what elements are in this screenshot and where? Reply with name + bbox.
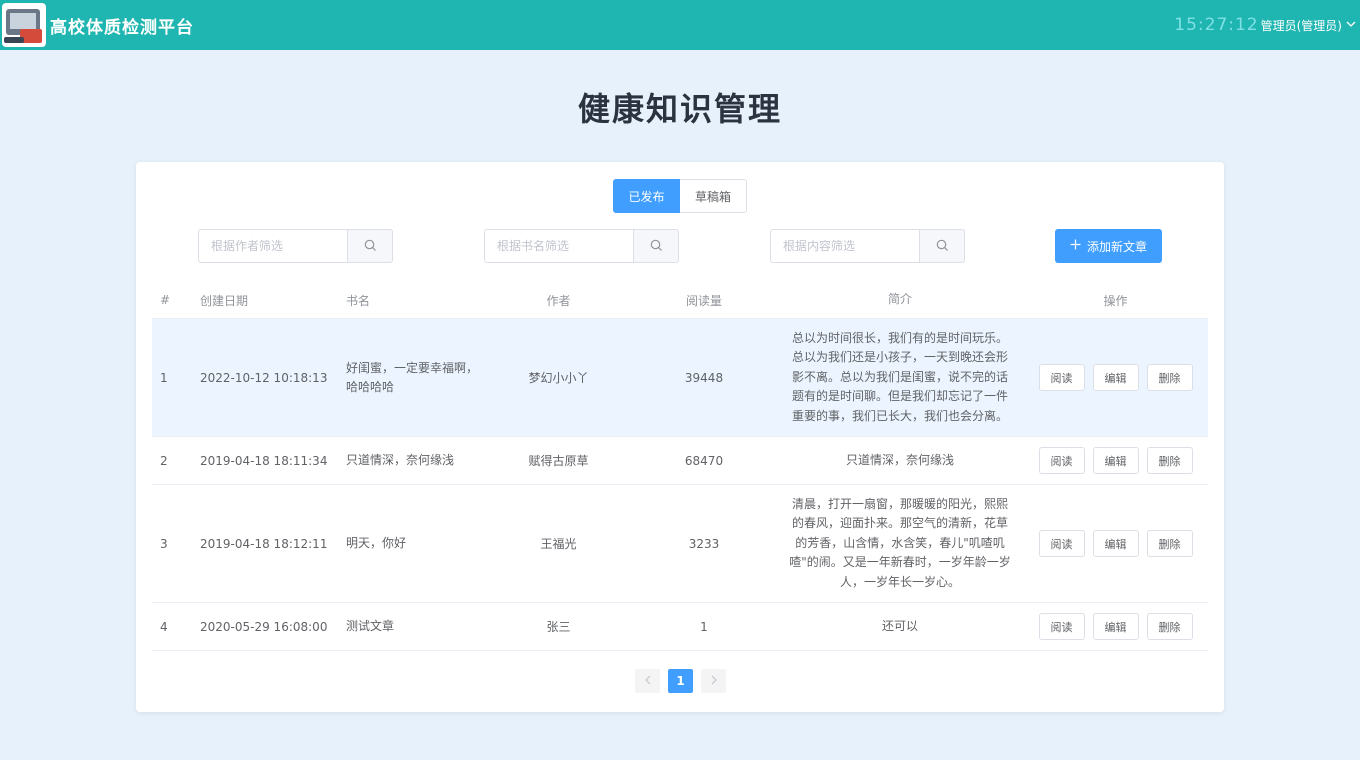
row-intro: 清晨，打开一扇窗，那暖暖的阳光，熙熙的春风，迎面扑来。那空气的清新，花草的芳香，… bbox=[789, 496, 1011, 589]
row-index: 2 bbox=[160, 453, 168, 468]
delete-button[interactable]: 删除 bbox=[1146, 447, 1193, 474]
row-author: 王福光 bbox=[540, 537, 577, 551]
pagination: 1 bbox=[635, 669, 726, 693]
row-intro: 总以为时间很长，我们有的是时间玩乐。总以为我们还是小孩子，一天到晚还会形影不离。… bbox=[791, 330, 1008, 423]
col-intro: 简介 bbox=[887, 292, 912, 307]
row-date: 2022-10-12 10:18:13 bbox=[200, 370, 328, 385]
user-menu[interactable]: 管理员(管理员) bbox=[1261, 17, 1342, 34]
plus-icon bbox=[1070, 239, 1081, 253]
table-row[interactable]: 2 2019-04-18 18:11:34 只道情深，奈何缘浅 赋得古原草 68… bbox=[152, 437, 1208, 485]
row-intro: 还可以 bbox=[881, 618, 918, 633]
row-author: 赋得古原草 bbox=[528, 454, 589, 468]
chevron-right-icon bbox=[710, 674, 718, 688]
next-page-button[interactable] bbox=[701, 669, 726, 693]
row-title: 好闺蜜，一定要幸福啊，哈哈哈哈 bbox=[346, 360, 479, 394]
content-filter-input[interactable] bbox=[770, 229, 919, 263]
row-title-cell: 测试文章 bbox=[338, 617, 486, 636]
content-search-button[interactable] bbox=[919, 229, 965, 263]
row-actions: 阅读 编辑 删除 bbox=[1023, 613, 1208, 640]
col-index: # bbox=[160, 293, 171, 307]
delete-button[interactable]: 删除 bbox=[1146, 613, 1193, 640]
top-bar: 高校体质检测平台 15:27:12 管理员(管理员) bbox=[0, 0, 1360, 50]
search-icon bbox=[936, 237, 949, 256]
author-search-button[interactable] bbox=[347, 229, 393, 263]
add-article-label: 添加新文章 bbox=[1086, 239, 1147, 254]
row-reads: 1 bbox=[700, 619, 708, 634]
prev-page-button[interactable] bbox=[635, 669, 660, 693]
clock: 15:27:12 bbox=[1174, 15, 1259, 35]
row-reads: 3233 bbox=[688, 536, 720, 551]
read-button[interactable]: 阅读 bbox=[1038, 530, 1085, 557]
col-actions: 操作 bbox=[1103, 293, 1128, 308]
row-index: 3 bbox=[160, 536, 168, 551]
row-author: 梦幻小小丫 bbox=[528, 371, 589, 385]
read-button[interactable]: 阅读 bbox=[1038, 613, 1085, 640]
row-title-cell: 好闺蜜，一定要幸福啊，哈哈哈哈 bbox=[338, 359, 486, 397]
title-search-button[interactable] bbox=[633, 229, 679, 263]
col-reads: 阅读量 bbox=[685, 293, 722, 308]
col-date: 创建日期 bbox=[200, 293, 249, 308]
author-filter-input[interactable] bbox=[198, 229, 347, 263]
status-tabs: 已发布 草稿箱 bbox=[613, 179, 747, 213]
search-icon bbox=[364, 237, 377, 256]
search-icon bbox=[650, 237, 663, 256]
edit-button[interactable]: 编辑 bbox=[1092, 613, 1139, 640]
row-actions: 阅读 编辑 删除 bbox=[1023, 530, 1208, 557]
row-actions: 阅读 编辑 删除 bbox=[1023, 364, 1208, 391]
edit-button[interactable]: 编辑 bbox=[1092, 447, 1139, 474]
delete-button[interactable]: 删除 bbox=[1146, 364, 1193, 391]
title-filter-input[interactable] bbox=[484, 229, 633, 263]
col-author: 作者 bbox=[546, 293, 571, 308]
table-header: # 创建日期 书名 作者 阅读量 简介 操作 bbox=[152, 282, 1208, 319]
title-filter bbox=[484, 229, 679, 263]
table-row[interactable]: 3 2019-04-18 18:12:11 明天，你好 王福光 3233 清晨，… bbox=[152, 485, 1208, 603]
read-button[interactable]: 阅读 bbox=[1038, 364, 1085, 391]
row-date: 2019-04-18 18:11:34 bbox=[200, 453, 328, 468]
app-logo bbox=[2, 3, 46, 47]
app-title: 高校体质检测平台 bbox=[50, 17, 194, 38]
row-title-cell: 明天，你好 bbox=[338, 534, 486, 553]
content-filter bbox=[770, 229, 965, 263]
chevron-left-icon bbox=[644, 674, 652, 688]
top-right: 15:27:12 管理员(管理员) bbox=[1174, 0, 1360, 50]
edit-button[interactable]: 编辑 bbox=[1092, 530, 1139, 557]
row-index: 1 bbox=[160, 370, 168, 385]
page-title: 健康知识管理 bbox=[577, 90, 782, 128]
author-filter bbox=[198, 229, 393, 263]
edit-button[interactable]: 编辑 bbox=[1092, 364, 1139, 391]
row-reads: 39448 bbox=[684, 370, 724, 385]
col-title: 书名 bbox=[346, 293, 371, 308]
row-title: 只道情深，奈何缘浅 bbox=[346, 453, 455, 467]
page-number[interactable]: 1 bbox=[668, 669, 693, 693]
add-article-button[interactable]: 添加新文章 bbox=[1055, 229, 1162, 263]
tab-published[interactable]: 已发布 bbox=[613, 179, 680, 213]
row-date: 2019-04-18 18:12:11 bbox=[200, 536, 328, 551]
row-title: 测试文章 bbox=[346, 619, 395, 633]
read-button[interactable]: 阅读 bbox=[1038, 447, 1085, 474]
row-author: 张三 bbox=[546, 620, 571, 634]
row-title: 明天，你好 bbox=[346, 536, 407, 550]
delete-button[interactable]: 删除 bbox=[1146, 530, 1193, 557]
row-title-cell: 只道情深，奈何缘浅 bbox=[338, 451, 486, 470]
tab-drafts[interactable]: 草稿箱 bbox=[680, 179, 747, 213]
articles-table: # 创建日期 书名 作者 阅读量 简介 操作 1 2022-10-12 10:1… bbox=[152, 282, 1208, 651]
row-index: 4 bbox=[160, 619, 168, 634]
row-intro: 只道情深，奈何缘浅 bbox=[845, 452, 954, 467]
row-reads: 68470 bbox=[684, 453, 724, 468]
table-row[interactable]: 1 2022-10-12 10:18:13 好闺蜜，一定要幸福啊，哈哈哈哈 梦幻… bbox=[152, 319, 1208, 437]
row-date: 2020-05-29 16:08:00 bbox=[200, 619, 328, 634]
chevron-down-icon[interactable] bbox=[1346, 19, 1356, 32]
row-actions: 阅读 编辑 删除 bbox=[1023, 447, 1208, 474]
main-card: 已发布 草稿箱 添加新文章 bbox=[136, 162, 1224, 712]
table-row[interactable]: 4 2020-05-29 16:08:00 测试文章 张三 1 还可以 阅读 编… bbox=[152, 603, 1208, 651]
